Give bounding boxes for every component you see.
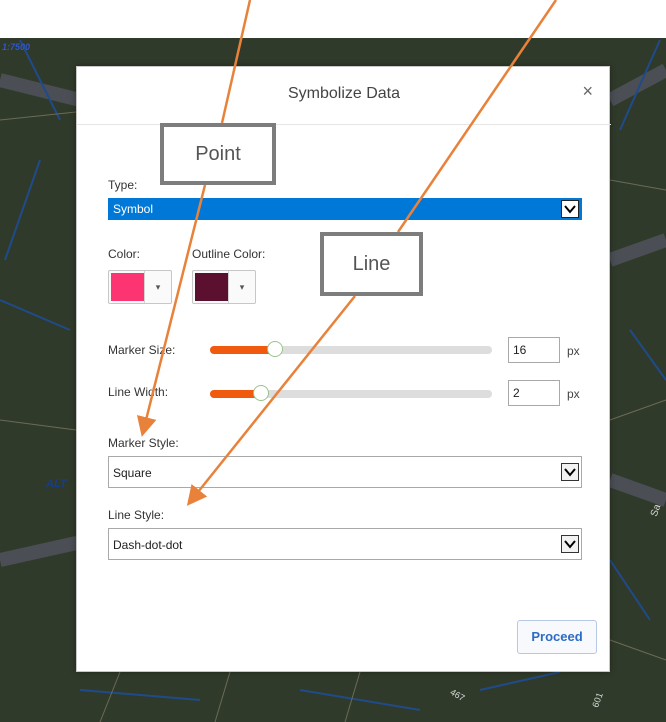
proceed-button[interactable]: Proceed [517,620,597,654]
type-select-value: Symbol [113,202,154,216]
chevron-down-icon[interactable] [561,535,579,553]
type-label: Type: [108,178,138,192]
chevron-down-icon[interactable]: ▾ [228,271,255,303]
marker-style-select[interactable]: Square [108,456,582,488]
outline-color-swatch [195,273,229,301]
symbolize-data-dialog: Symbolize Data × Type: Symbol Color: ▾ O… [76,66,611,672]
outline-color-label: Outline Color: [192,247,266,261]
line-width-unit: px [567,387,580,401]
dialog-title: Symbolize Data [287,85,401,102]
map-street-label: ALT [46,478,67,490]
line-style-value: Dash-dot-dot [113,538,183,552]
chevron-down-icon[interactable] [561,463,579,481]
outline-color-picker[interactable]: ▾ [192,270,256,304]
type-select[interactable]: Symbol [108,198,582,220]
line-width-slider-thumb[interactable] [252,385,269,401]
title-divider [77,124,611,125]
chevron-down-icon[interactable] [561,200,579,218]
color-swatch [111,273,145,301]
color-label: Color: [108,247,141,261]
marker-size-slider-thumb[interactable] [266,341,283,357]
line-style-select[interactable]: Dash-dot-dot [108,528,582,560]
marker-size-slider[interactable] [210,341,492,357]
marker-size-label: Marker Size: [108,343,176,357]
line-width-input[interactable]: 2 [508,380,560,406]
close-button[interactable]: × [582,81,593,101]
marker-size-unit: px [567,344,580,358]
marker-style-label: Marker Style: [108,436,179,450]
color-picker[interactable]: ▾ [108,270,172,304]
callout-line: Line [320,232,423,296]
marker-style-value: Square [113,466,152,480]
marker-size-input[interactable]: 16 [508,337,560,363]
chevron-down-icon[interactable]: ▾ [144,271,171,303]
line-width-slider[interactable] [210,385,492,401]
marker-size-slider-fill [210,346,275,354]
callout-point: Point [160,123,276,185]
line-style-label: Line Style: [108,508,165,522]
map-scale-label: 1:7500 [2,42,31,52]
line-width-label: Line Width: [108,385,169,399]
